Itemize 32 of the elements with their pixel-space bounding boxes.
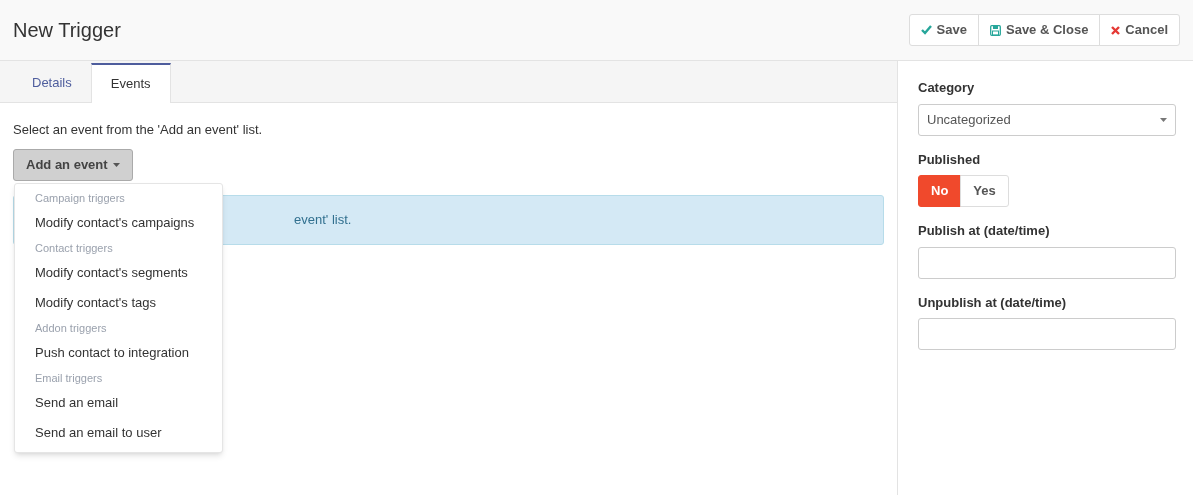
tab[interactable]: Details (13, 63, 91, 103)
save-close-button[interactable]: Save & Close (978, 14, 1101, 46)
field-label: Published (918, 150, 982, 169)
input-field[interactable] (918, 318, 1176, 350)
menu-item[interactable]: Send an email (15, 388, 222, 418)
alert-text: event' list. (294, 210, 352, 229)
input-field[interactable] (918, 246, 1176, 279)
category-select[interactable]: Uncategorized (918, 103, 1176, 136)
add-event-button[interactable]: Add an event (13, 148, 133, 181)
menu-item[interactable]: Push contact to integration (15, 338, 222, 368)
field-label: Category (918, 79, 976, 97)
toggle-option[interactable]: No (918, 175, 962, 207)
page-title: New Trigger (13, 18, 121, 43)
instruction-text: Select an event from the 'Add an event' list. (13, 121, 264, 139)
field-label: Publish at (date/time) (918, 222, 1051, 240)
menu-item[interactable]: Modify contact's tags (15, 288, 222, 318)
cancel-button[interactable]: Cancel (1099, 14, 1180, 46)
caret-icon (1160, 117, 1167, 122)
tab[interactable]: Events (90, 63, 171, 103)
caret-icon (112, 162, 120, 167)
close-icon (1111, 25, 1121, 35)
save-button[interactable]: Save (908, 14, 979, 46)
menu-header: Contact triggers (34, 240, 114, 256)
menu-header: Email triggers (34, 370, 104, 386)
toggle-option[interactable]: Yes (960, 175, 1009, 207)
menu-header: Addon triggers (34, 320, 108, 336)
menu-item[interactable]: Send an email to user (15, 418, 222, 448)
menu-item[interactable]: Modify contact's campaigns (15, 208, 222, 238)
menu-header: Campaign triggers (34, 190, 126, 206)
menu-item[interactable]: Modify contact's segments (15, 258, 222, 288)
field-label: Unpublish at (date/time) (918, 293, 1068, 312)
check-icon (920, 25, 932, 35)
